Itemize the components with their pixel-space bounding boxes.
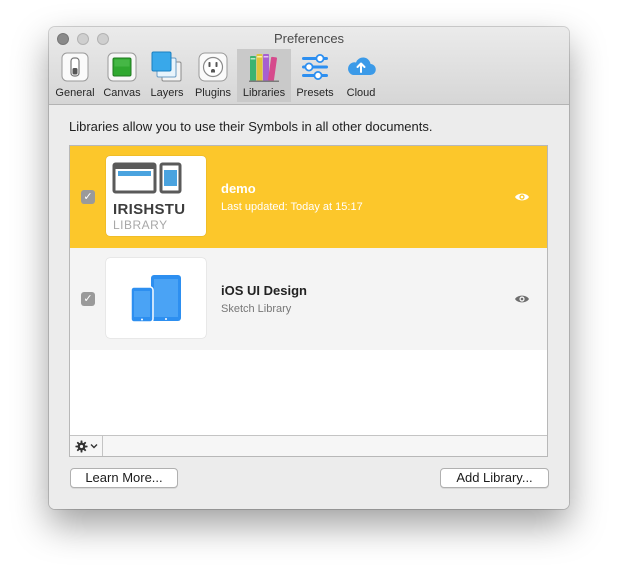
library-row-demo[interactable]: ✓ IRISHSTU LIBRARY demo Last updated: To… bbox=[70, 146, 547, 248]
thumb-subtitle: LIBRARY bbox=[113, 218, 168, 232]
cloud-upload-icon bbox=[345, 51, 377, 83]
tab-layers[interactable]: Layers bbox=[145, 49, 189, 102]
libraries-intro-text: Libraries allow you to use their Symbols… bbox=[69, 119, 433, 134]
thumb-title: IRISHSTU bbox=[113, 201, 186, 218]
library-name: demo bbox=[221, 181, 256, 196]
title-bar: Preferences General Canvas Layers Plugin… bbox=[49, 27, 569, 105]
eye-icon[interactable] bbox=[514, 190, 530, 204]
add-library-button[interactable]: Add Library... bbox=[440, 468, 549, 488]
tab-general-label: General bbox=[55, 87, 95, 99]
chevron-down-icon bbox=[90, 444, 97, 449]
tab-cloud-label: Cloud bbox=[346, 87, 376, 99]
gear-icon bbox=[74, 439, 88, 453]
plugins-outlet-icon bbox=[197, 51, 229, 83]
tab-layers-label: Layers bbox=[150, 87, 184, 99]
library-list[interactable]: ✓ IRISHSTU LIBRARY demo Last updated: To… bbox=[69, 145, 548, 457]
library-enabled-checkbox[interactable]: ✓ bbox=[81, 190, 95, 204]
canvas-icon bbox=[106, 51, 138, 83]
general-switch-icon bbox=[59, 51, 91, 83]
learn-more-button[interactable]: Learn More... bbox=[70, 468, 178, 488]
libraries-books-icon bbox=[248, 51, 280, 83]
eye-icon[interactable] bbox=[514, 292, 530, 306]
libraries-pane: Libraries allow you to use their Symbols… bbox=[49, 105, 569, 509]
library-list-footer bbox=[70, 435, 547, 456]
tab-plugins[interactable]: Plugins bbox=[189, 49, 237, 102]
preferences-window: Preferences General Canvas Layers Plugin… bbox=[49, 27, 569, 509]
library-type-text: Sketch Library bbox=[221, 303, 292, 315]
library-row-ios-ui-design[interactable]: ✓ iOS UI Design Sketch Library bbox=[70, 248, 547, 350]
tab-canvas[interactable]: Canvas bbox=[99, 49, 145, 102]
layers-icon bbox=[151, 51, 183, 83]
tab-presets[interactable]: Presets bbox=[291, 49, 339, 102]
tab-plugins-label: Plugins bbox=[194, 87, 232, 99]
preferences-toolbar: General Canvas Layers Plugins Libraries … bbox=[51, 49, 383, 105]
tab-libraries[interactable]: Libraries bbox=[237, 49, 291, 102]
window-title: Preferences bbox=[273, 31, 345, 46]
tab-cloud[interactable]: Cloud bbox=[339, 49, 383, 102]
tab-canvas-label: Canvas bbox=[103, 87, 141, 99]
tab-presets-label: Presets bbox=[296, 87, 334, 99]
library-updated-text: Last updated: Today at 15:17 bbox=[221, 201, 363, 213]
library-actions-menu[interactable] bbox=[70, 436, 103, 456]
presets-sliders-icon bbox=[299, 51, 331, 83]
library-thumbnail-ios bbox=[106, 258, 206, 338]
library-enabled-checkbox[interactable]: ✓ bbox=[81, 292, 95, 306]
library-thumbnail-demo: IRISHSTU LIBRARY bbox=[106, 156, 206, 236]
ios-devices-icon bbox=[130, 275, 181, 323]
library-name: iOS UI Design bbox=[221, 283, 307, 298]
tab-general[interactable]: General bbox=[51, 49, 99, 102]
tab-libraries-label: Libraries bbox=[242, 87, 286, 99]
